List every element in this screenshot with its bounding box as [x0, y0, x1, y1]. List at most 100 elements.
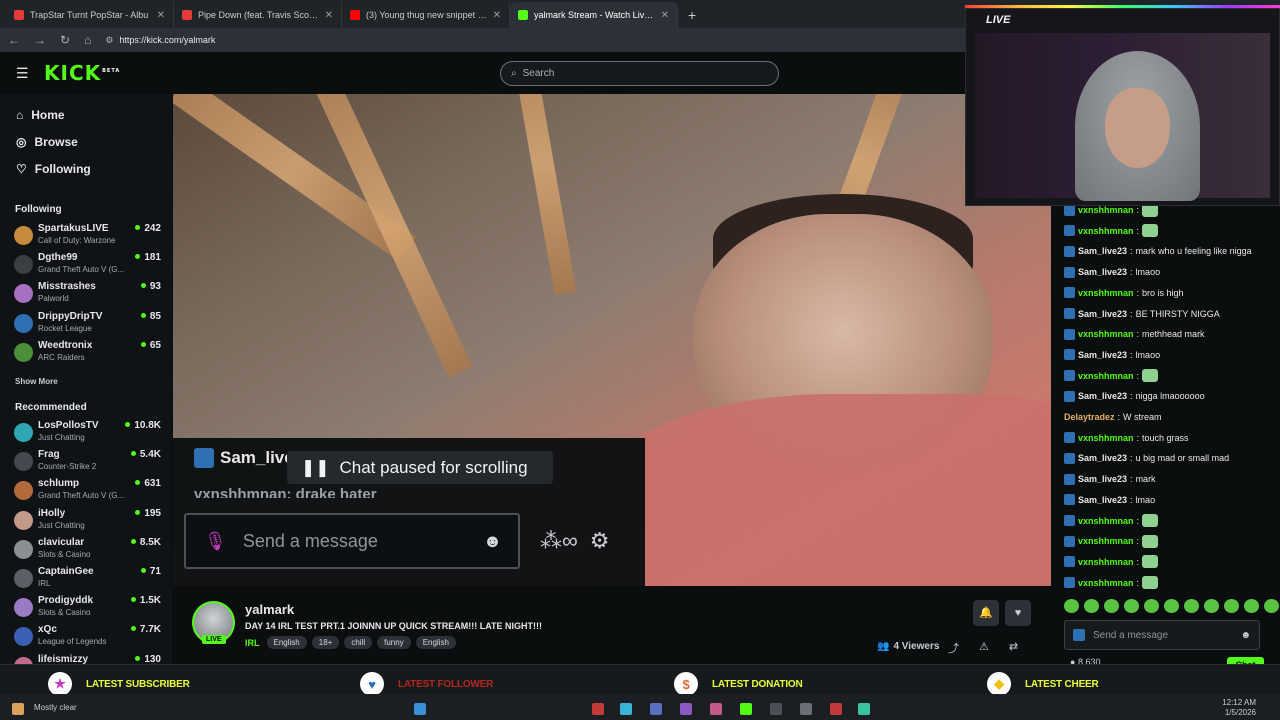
sidebar-channel-item[interactable]: SpartakusLIVE Call of Duty: Warzone 242 [14, 222, 164, 250]
chat-message[interactable]: Sam_live23: u big mad or small mad [1064, 450, 1229, 466]
emote-icon[interactable] [1244, 599, 1259, 613]
sidebar-channel-item[interactable]: schlump Grand Theft Auto V (G... 631 [14, 477, 164, 505]
sidebar-channel-item[interactable]: CaptainGee IRL 71 [14, 565, 164, 593]
browser-tab[interactable]: TrapStar Turnt PopStar - Albu ✕ [6, 2, 174, 28]
chat-message[interactable]: vxnshhmnan: bro is high [1064, 285, 1184, 301]
system-clock[interactable]: 12:12 AM 1/5/2026 [1222, 698, 1256, 718]
forward-icon[interactable]: → [34, 33, 46, 47]
address-field[interactable]: ⚙ https://kick.com/yalmark [105, 35, 215, 46]
emote-icon[interactable] [1084, 599, 1099, 613]
sidebar-item-following[interactable]: ♡ Following [0, 155, 172, 182]
chat-message[interactable]: vxnshhmnan: [1064, 206, 1159, 218]
sidebar-channel-item[interactable]: LosPollosTV Just Chatting 10.8K [14, 419, 164, 447]
sidebar-channel-item[interactable]: Prodigyddk Slots & Casino 1.5K [14, 594, 164, 622]
emote-icon[interactable] [1164, 599, 1179, 613]
follow-heart-button[interactable]: ♥ [1005, 600, 1031, 626]
chat-message[interactable]: Sam_live23: BE THIRSTY NIGGA [1064, 306, 1220, 322]
emote-icon[interactable] [1104, 599, 1119, 613]
chat-message[interactable]: vxnshhmnan: methhead mark [1064, 326, 1205, 342]
weather-text[interactable]: Mostly clear [34, 703, 77, 712]
search-input[interactable]: ⌕ Search [500, 61, 779, 86]
home-icon[interactable]: ⌂ [84, 33, 91, 47]
sidebar-item-browse[interactable]: ◎ Browse [0, 128, 172, 155]
sidebar-channel-item[interactable]: xQc League of Legends 7.7K [14, 623, 164, 651]
chat-username[interactable]: vxnshhmnan [1078, 226, 1134, 236]
weather-icon[interactable] [12, 703, 24, 715]
site-info-icon[interactable]: ⚙ [105, 35, 113, 46]
chat-message[interactable]: Delaytradez: W stream [1064, 409, 1162, 425]
chat-message[interactable]: vxnshhmnan: [1064, 513, 1159, 529]
stream-tag[interactable]: English [266, 636, 307, 649]
sidebar-channel-item[interactable]: DrippyDripTV Rocket League 85 [14, 310, 164, 338]
sidebar-channel-item[interactable]: Misstrashes Palworld 93 [14, 280, 164, 308]
chat-username[interactable]: Delaytradez [1064, 412, 1115, 422]
overlay-chat-input[interactable]: 🎙 Send a message ☻ [184, 513, 520, 569]
emote-icon[interactable] [1184, 599, 1199, 613]
app-icon[interactable] [770, 703, 782, 715]
emote-icon[interactable] [1224, 599, 1239, 613]
new-tab-icon[interactable]: + [678, 2, 706, 28]
chat-message[interactable]: Sam_live23: lmao [1064, 492, 1155, 508]
app-icon[interactable] [592, 703, 604, 715]
app-icon[interactable] [710, 703, 722, 715]
chat-username[interactable]: vxnshhmnan [1078, 516, 1134, 526]
chat-username[interactable]: vxnshhmnan [1078, 329, 1134, 339]
chat-username[interactable]: vxnshhmnan [1078, 206, 1134, 215]
chat-message[interactable]: vxnshhmnan: [1064, 575, 1159, 590]
chat-message[interactable]: Sam_live23: nigga lmaoooooo [1064, 388, 1205, 404]
settings-gear-icon[interactable]: ⚙ [590, 528, 610, 554]
notification-bell-button[interactable]: 🔔 [973, 600, 999, 626]
sidebar-channel-item[interactable]: Weedtronix ARC Raiders 65 [14, 339, 164, 367]
app-icon[interactable] [858, 703, 870, 715]
chat-username[interactable]: Sam_live23 [1078, 309, 1127, 319]
emote-icon[interactable] [1064, 599, 1079, 613]
chat-username[interactable]: Sam_live23 [1078, 350, 1127, 360]
streamer-name[interactable]: yalmark [245, 602, 294, 617]
chat-message[interactable]: Sam_live23: lmaoo [1064, 347, 1160, 363]
start-icon[interactable] [414, 703, 426, 715]
chat-username[interactable]: Sam_live23 [1078, 474, 1127, 484]
kick-logo[interactable]: KICKBETA [44, 61, 120, 85]
chat-message[interactable]: vxnshhmnan: [1064, 533, 1159, 549]
chat-message[interactable]: Sam_live23: lmaoo [1064, 264, 1160, 280]
emote-icon[interactable] [1124, 599, 1139, 613]
app-icon[interactable] [800, 703, 812, 715]
stream-tag[interactable]: chill [344, 636, 373, 649]
chat-username[interactable]: Sam_live23 [1078, 495, 1127, 505]
reload-icon[interactable]: ↻ [60, 33, 70, 47]
chat-message[interactable]: vxnshhmnan: [1064, 223, 1159, 239]
emote-icon[interactable] [1264, 599, 1279, 613]
show-more-link[interactable]: Show More [0, 377, 58, 386]
chat-username[interactable]: Sam_live23 [1078, 267, 1127, 277]
chat-username[interactable]: Sam_live23 [1078, 453, 1127, 463]
sidebar-channel-item[interactable]: Dgthe99 Grand Theft Auto V (G... 181 [14, 251, 164, 279]
sidebar-channel-item[interactable]: iHolly Just Chatting 195 [14, 507, 164, 535]
kick-app-icon[interactable] [740, 703, 752, 715]
chat-username[interactable]: Sam_live23 [1078, 246, 1127, 256]
hamburger-menu-icon[interactable]: ☰ [16, 65, 30, 82]
share-icon[interactable]: ⤴ [948, 640, 959, 656]
microphone-icon[interactable]: 🎙 [204, 531, 227, 552]
points-icon[interactable]: ⁂∞ [540, 528, 578, 554]
chat-message[interactable]: Sam_live23: mark who u feeling like nigga [1064, 243, 1252, 259]
emoji-icon[interactable]: ☻ [1240, 630, 1251, 641]
sidebar-channel-item[interactable]: clavicular Slots & Casino 8.5K [14, 536, 164, 564]
chat-message[interactable]: vxnshhmnan: [1064, 368, 1159, 384]
chat-username[interactable]: vxnshhmnan [1078, 433, 1134, 443]
sidebar-item-home[interactable]: ⌂ Home [0, 101, 172, 128]
chat-username[interactable]: vxnshhmnan [1078, 371, 1134, 381]
chat-message-input[interactable]: Send a message ☻ [1064, 620, 1260, 650]
chat-message[interactable]: vxnshhmnan: [1064, 554, 1159, 570]
chat-paused-banner[interactable]: ❚❚ Chat paused for scrolling [287, 451, 553, 484]
chat-username[interactable]: vxnshhmnan [1078, 288, 1134, 298]
browser-tab[interactable]: Pipe Down (feat. Travis Scott) - Sp ✕ [174, 2, 342, 28]
emoji-icon[interactable]: ☻ [483, 531, 502, 552]
app-icon[interactable] [830, 703, 842, 715]
browser-app-icon[interactable] [620, 703, 632, 715]
stream-category[interactable]: IRL [245, 638, 260, 648]
chat-username[interactable]: vxnshhmnan [1078, 536, 1134, 546]
browser-tab[interactable]: (3) Young thug new snippet crazy ✕ [342, 2, 510, 28]
chat-username[interactable]: vxnshhmnan [1078, 557, 1134, 567]
emote-icon[interactable] [1204, 599, 1219, 613]
app-icon[interactable] [650, 703, 662, 715]
